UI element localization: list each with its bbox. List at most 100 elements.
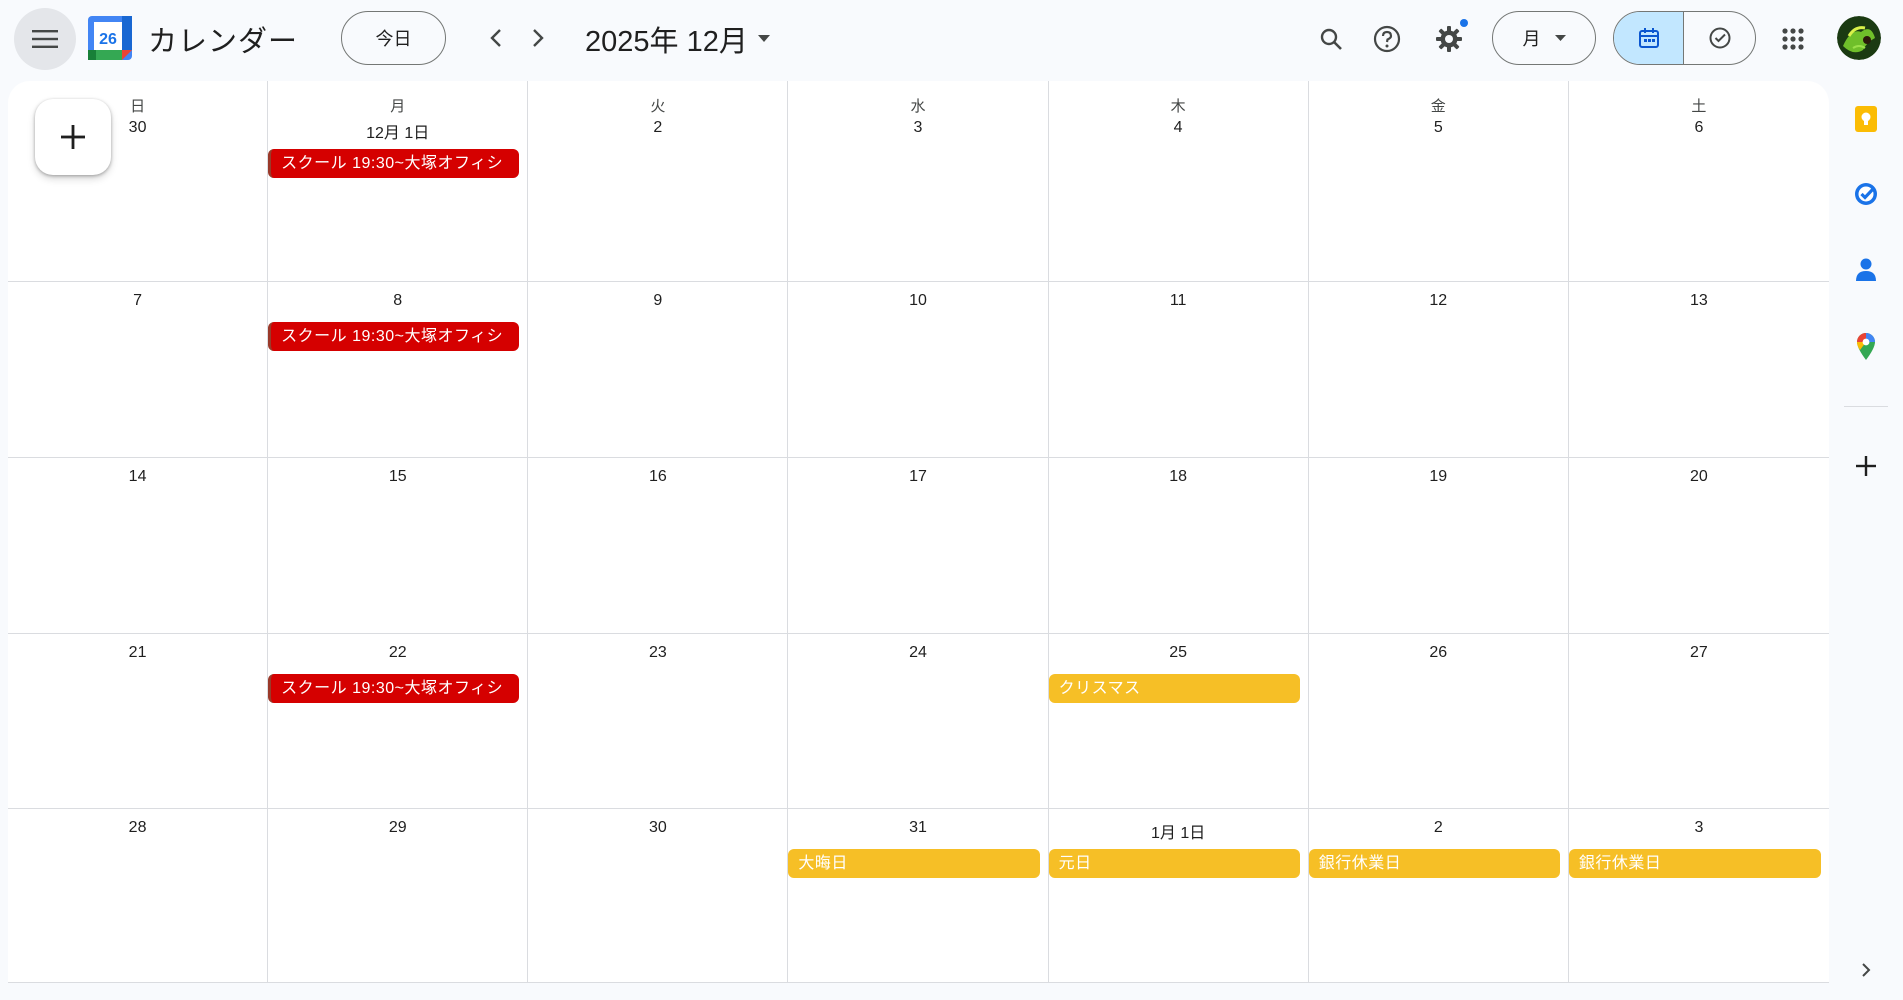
day-number[interactable]: 10 [788,292,1047,310]
day-number[interactable]: 11 [1049,292,1308,310]
day-cell[interactable]: 3 銀行休業日 [1568,809,1829,982]
day-cell[interactable]: 土6 [1568,81,1829,282]
weekday-header: 火 [650,98,666,115]
day-number[interactable]: 2 [528,119,787,137]
settings-button[interactable] [1426,16,1472,62]
previous-month-button[interactable] [474,16,518,60]
month-grid-cells: 日 30 月 12月 1日 スクール 19:30~大塚オフィシ火 2 水 3 木 4 金 5 土 6 7 8 ス… [8,81,1829,982]
today-button[interactable]: 今日 [341,11,446,65]
day-number[interactable]: 27 [1569,644,1829,662]
day-cell[interactable]: 7 [8,282,269,458]
day-number[interactable]: 25 [1049,644,1308,662]
day-cell[interactable]: 15 [268,458,529,634]
day-number[interactable]: 7 [8,292,267,310]
main-menu-button[interactable] [14,8,76,70]
day-cell[interactable]: 14 [8,458,269,634]
add-icon[interactable] [1849,449,1883,483]
day-cell[interactable]: 2 銀行休業日 [1308,809,1569,982]
day-cell[interactable]: 金5 [1308,81,1569,282]
view-switcher-dropdown[interactable]: 月 [1492,11,1596,65]
day-number[interactable]: 24 [788,644,1047,662]
search-button[interactable] [1308,16,1354,62]
day-cell[interactable]: 29 [268,809,529,982]
event-chip[interactable]: スクール 19:30~大塚オフィシ [268,674,520,703]
day-cell[interactable]: 1月 1日元日 [1048,809,1309,982]
day-cell[interactable]: 31 大晦日 [788,809,1049,982]
event-chip[interactable]: 大晦日 [788,849,1040,878]
day-cell[interactable]: 17 [788,458,1049,634]
day-number[interactable]: 21 [8,644,267,662]
maps-icon[interactable] [1849,329,1883,363]
day-number[interactable]: 9 [528,292,787,310]
day-cell[interactable]: 18 [1048,458,1309,634]
event-chip[interactable]: 銀行休業日 [1308,849,1560,878]
month-selector[interactable]: 2025年 12月 [585,18,770,60]
calendar-view-toggle[interactable] [1614,12,1685,64]
day-cell[interactable]: 11 [1048,282,1309,458]
day-number[interactable]: 22 [268,644,527,662]
day-number[interactable]: 17 [788,468,1047,486]
day-cell[interactable]: 28 [8,809,269,982]
day-number[interactable]: 3 [1569,819,1829,837]
day-cell[interactable]: 13 [1568,282,1829,458]
contacts-icon[interactable] [1849,253,1883,287]
day-cell[interactable]: 19 [1308,458,1569,634]
day-number[interactable]: 12 [1309,292,1568,310]
day-number[interactable]: 8 [268,292,527,310]
day-cell[interactable]: 20 [1568,458,1829,634]
event-chip[interactable]: 元日 [1048,849,1300,878]
day-cell[interactable]: 24 [788,634,1049,809]
day-cell[interactable]: 21 [8,634,269,809]
account-avatar[interactable] [1837,16,1881,60]
day-cell[interactable]: 9 [528,282,789,458]
day-number[interactable]: 19 [1309,468,1568,486]
tasks-icon[interactable] [1849,177,1883,211]
day-cell[interactable]: 22 スクール 19:30~大塚オフィシ [268,634,529,809]
event-chip[interactable]: クリスマス [1048,674,1300,703]
search-icon [1320,28,1342,50]
day-cell[interactable]: 12 [1308,282,1569,458]
day-cell[interactable]: 16 [528,458,789,634]
day-number[interactable]: 3 [788,119,1047,137]
help-button[interactable] [1364,16,1410,62]
event-chip[interactable]: スクール 19:30~大塚オフィシ [268,149,520,178]
day-number[interactable]: 16 [528,468,787,486]
day-number[interactable]: 20 [1569,468,1829,486]
day-cell[interactable]: 25 クリスマス [1048,634,1309,809]
day-cell[interactable]: 27 [1568,634,1829,809]
google-apps-button[interactable] [1770,16,1816,62]
day-number[interactable]: 26 [1309,644,1568,662]
create-event-button[interactable] [35,99,111,175]
day-number[interactable]: 6 [1569,119,1829,137]
day-number[interactable]: 14 [8,468,267,486]
expand-icon[interactable] [1849,953,1883,987]
day-number[interactable]: 1月 1日 [1049,819,1308,843]
next-month-button[interactable] [516,16,560,60]
day-cell[interactable]: 木4 [1048,81,1309,282]
day-number[interactable]: 29 [268,819,527,837]
day-number[interactable]: 30 [528,819,787,837]
event-chip[interactable]: 銀行休業日 [1568,849,1821,878]
day-number[interactable]: 12月 1日 [268,119,527,143]
day-cell[interactable]: 30 [528,809,789,982]
day-cell[interactable]: 8 スクール 19:30~大塚オフィシ [268,282,529,458]
day-cell[interactable]: 10 [788,282,1049,458]
event-chip[interactable]: スクール 19:30~大塚オフィシ [268,322,520,351]
day-number[interactable]: 13 [1569,292,1829,310]
day-number[interactable]: 18 [1049,468,1308,486]
day-cell[interactable]: 26 [1308,634,1569,809]
day-cell[interactable]: 水3 [788,81,1049,282]
day-cell[interactable]: 月 12月 1日 スクール 19:30~大塚オフィシ [268,81,529,282]
day-number[interactable]: 23 [528,644,787,662]
day-number[interactable]: 5 [1309,119,1568,137]
day-number[interactable]: 28 [8,819,267,837]
day-cell[interactable]: 23 [528,634,789,809]
keep-icon[interactable] [1849,103,1883,137]
tasks-view-toggle[interactable] [1684,12,1755,64]
day-number[interactable]: 31 [788,819,1047,837]
chevron-right-icon [533,29,544,47]
day-number[interactable]: 2 [1309,819,1568,837]
day-number[interactable]: 15 [268,468,527,486]
day-number[interactable]: 4 [1049,119,1308,137]
day-cell[interactable]: 火2 [528,81,789,282]
